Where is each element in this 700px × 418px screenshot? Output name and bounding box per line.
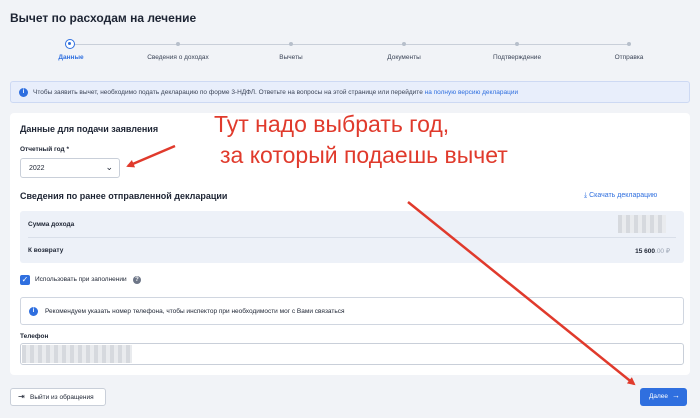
exit-label: Выйти из обращения (30, 394, 94, 401)
year-select[interactable]: 2022 ⌄ (20, 158, 120, 178)
step-label-data[interactable]: Данные (58, 54, 83, 61)
step-label-documents[interactable]: Документы (387, 54, 421, 61)
step-label-confirmation[interactable]: Подтверждение (493, 54, 541, 61)
arrow-right-icon: → (672, 391, 680, 400)
step-indicator (402, 42, 406, 46)
refund-value: 15 600.00 ₽ (635, 247, 670, 255)
info-icon: i (29, 307, 38, 316)
info-text: Чтобы заявить вычет, необходимо подать д… (33, 89, 518, 96)
refund-amount: 15 600 (635, 248, 656, 255)
year-label: Отчетный год * (20, 146, 69, 153)
info-icon: i (19, 88, 28, 97)
download-declaration-link[interactable]: ⤓ Скачать декларацию (584, 192, 657, 200)
declaration-table: Сумма дохода К возврату 15 600.00 ₽ (20, 211, 684, 263)
row-label-income: Сумма дохода (28, 221, 75, 228)
exit-icon: ⇥ (18, 392, 25, 401)
phone-label: Телефон (20, 333, 49, 340)
year-value: 2022 (29, 165, 45, 172)
chevron-down-icon: ⌄ (105, 162, 113, 172)
phone-notice: i Рекомендуем указать номер телефона, чт… (20, 297, 684, 325)
redacted-value (618, 215, 666, 233)
autofill-label: Использовать при заполнении (35, 276, 127, 283)
row-label-refund: К возврату (28, 247, 64, 254)
step-label-submit[interactable]: Отправка (615, 54, 644, 61)
refund-decimals: .00 ₽ (655, 248, 670, 255)
stepper-line (75, 44, 630, 45)
application-section-title: Данные для подачи заявления (20, 124, 159, 134)
help-icon[interactable]: ? (133, 276, 141, 284)
step-indicator (627, 42, 631, 46)
info-banner: i Чтобы заявить вычет, необходимо подать… (10, 81, 690, 103)
full-declaration-link[interactable]: на полную версию декларации (425, 89, 518, 96)
table-row: К возврату 15 600.00 ₽ (20, 237, 684, 263)
exit-button[interactable]: ⇥ Выйти из обращения (10, 388, 106, 406)
step-label-income[interactable]: Сведения о доходах (147, 54, 209, 61)
phone-notice-text: Рекомендуем указать номер телефона, чтоб… (45, 308, 345, 315)
annotation-line-1: Тут надо выбрать год, (214, 111, 450, 137)
info-text-body: Чтобы заявить вычет, необходимо подать д… (33, 89, 423, 96)
step-label-deductions[interactable]: Вычеты (279, 54, 302, 61)
annotation-line-2: за который подаешь вычет (220, 142, 508, 168)
redacted-phone (22, 345, 132, 363)
next-button[interactable]: Далее → (640, 388, 687, 406)
download-label: Скачать декларацию (589, 192, 658, 199)
progress-stepper: Данные Сведения о доходах Вычеты Докумен… (0, 39, 700, 66)
step-indicator (289, 42, 293, 46)
step-indicator-active (65, 39, 75, 49)
next-label: Далее (649, 393, 669, 400)
step-indicator (515, 42, 519, 46)
autofill-checkbox[interactable]: ✓ (20, 275, 30, 285)
step-indicator (176, 42, 180, 46)
page-title: Вычет по расходам на лечение (10, 11, 197, 25)
download-icon: ⤓ (584, 192, 588, 199)
table-row: Сумма дохода (20, 211, 684, 238)
prev-declaration-title: Сведения по ранее отправленной деклараци… (20, 191, 228, 201)
